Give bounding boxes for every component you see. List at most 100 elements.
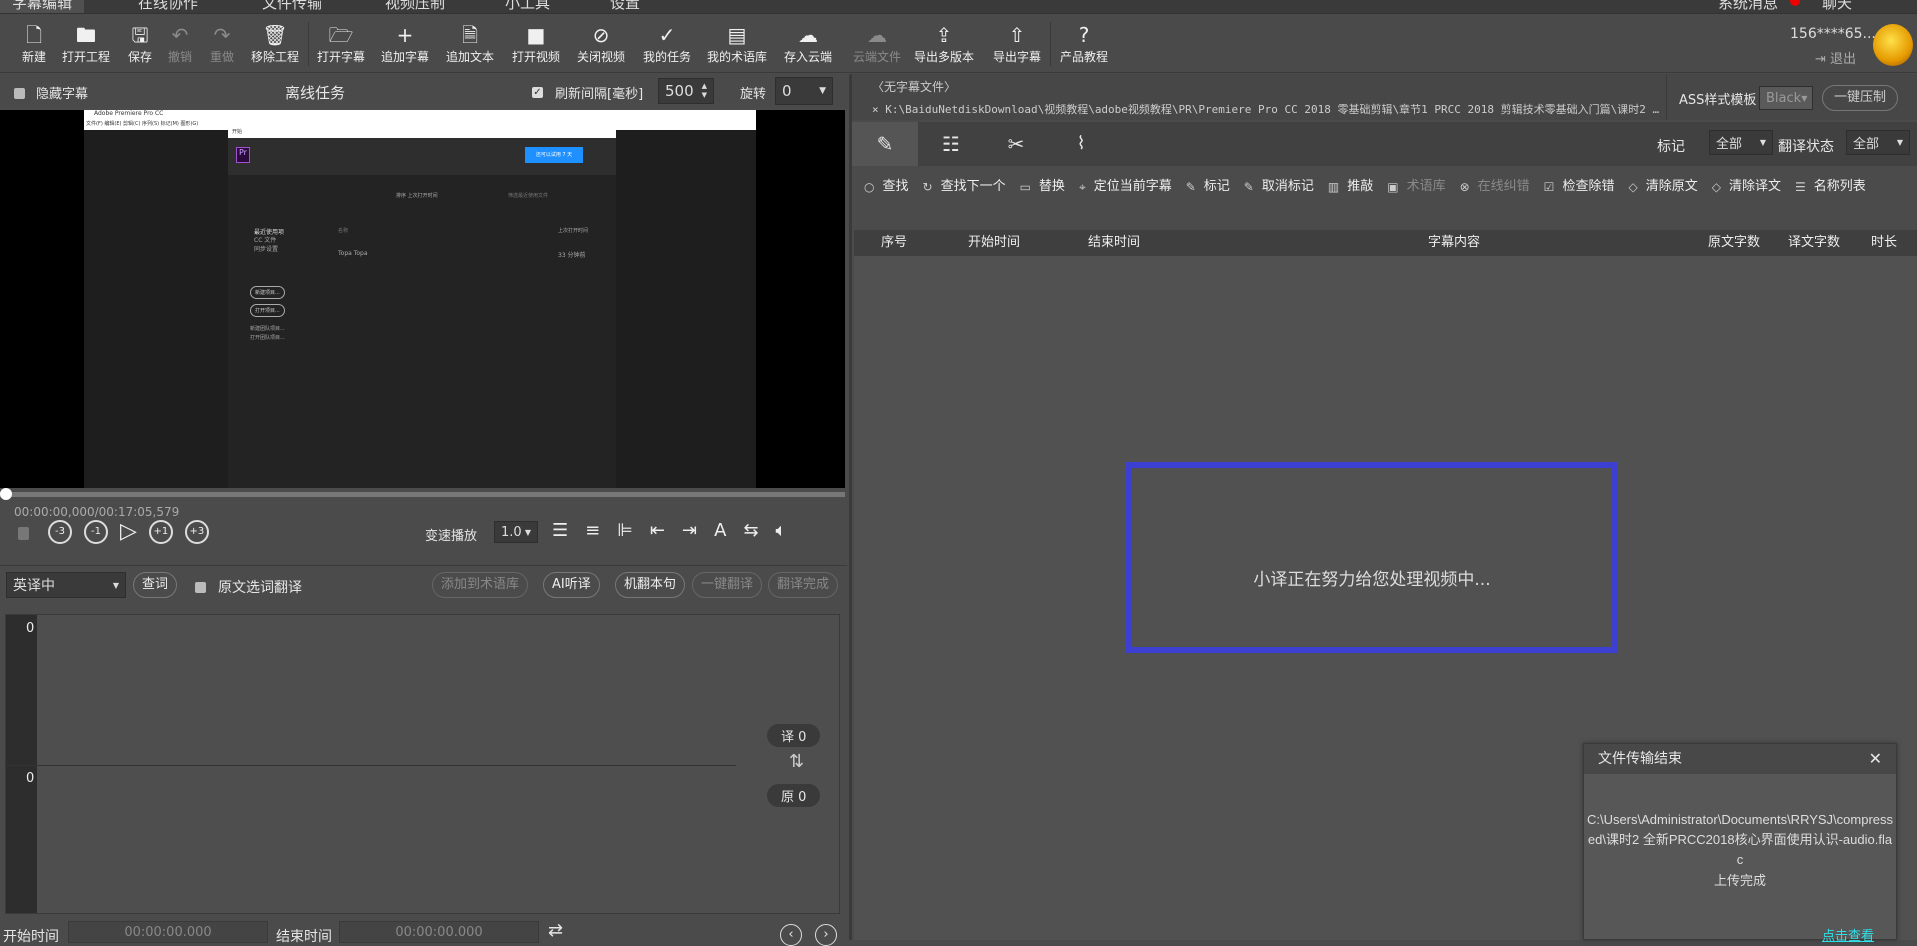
seek-handle[interactable] [0, 488, 12, 500]
refresh-value: 500 [665, 82, 694, 100]
tool-label: 在线纠错 [1477, 179, 1530, 194]
swap-vertical-icon[interactable]: ⇅ [789, 751, 804, 772]
translation-done-button[interactable]: 翻译完成 [768, 572, 839, 598]
timeline-list-icon[interactable]: ☷ [919, 122, 983, 166]
align-center-v-icon[interactable]: ☰ [552, 520, 568, 541]
tool-replace-button[interactable]: ▭ 替换 [1020, 174, 1065, 200]
volume-icon[interactable]: 🔈︎ [776, 520, 787, 541]
toolbar-clipboard-check-button[interactable]: ✓ 我的任务 [636, 22, 698, 65]
tab-subtitle-edit[interactable]: 字幕编辑 [0, 0, 85, 13]
mark-filter-select[interactable]: 全部 ▼ [1709, 130, 1773, 155]
toolbar-document-button[interactable]: 🗎 追加文本 [439, 22, 501, 65]
add-glossary-button[interactable]: 添加到术语库 [432, 572, 529, 598]
swap-icon[interactable]: ⇆ [743, 520, 758, 541]
col-content[interactable]: 字幕内容 [1174, 230, 1734, 256]
close-file-icon[interactable]: × [872, 103, 885, 116]
ass-template-select[interactable]: Black ▼ [1759, 86, 1813, 110]
tool-glossary-button[interactable]: ▣ 术语库 [1387, 174, 1445, 200]
chat[interactable]: 聊天 [1822, 0, 1852, 13]
tab-tools[interactable]: 小工具 [505, 0, 550, 13]
translation-status-select[interactable]: 全部 ▼ [1846, 130, 1910, 155]
shift-right-icon[interactable]: ⇥ [682, 520, 697, 541]
video-camera-icon: ■ [526, 23, 546, 47]
forward-1-button[interactable]: +1 [148, 520, 173, 544]
stop-button[interactable] [18, 527, 29, 540]
refresh-checkbox[interactable]: ✓ [532, 85, 543, 100]
toolbar-file-export-button[interactable]: ⇧ 导出字幕 [986, 22, 1048, 65]
tool-online-check-button[interactable]: ⊗ 在线纠错 [1460, 174, 1530, 200]
toolbar-video-off-button[interactable]: ⊘ 关闭视频 [570, 22, 632, 65]
forward-3-button[interactable]: +3 [184, 520, 209, 544]
col-end-time[interactable]: 结束时间 [1054, 230, 1174, 256]
system-messages[interactable]: 系统消息 [1718, 0, 1778, 13]
tool-pin-button[interactable]: ✎ 标记 [1186, 174, 1230, 200]
ai-listen-button[interactable]: AI听译 [543, 572, 600, 598]
align-top-icon[interactable]: ≡ [585, 520, 600, 541]
tab-settings[interactable]: 设置 [610, 0, 640, 13]
toolbar-label: 我的术语库 [706, 50, 767, 64]
seek-bar[interactable] [0, 492, 845, 497]
toolbar-video-camera-button[interactable]: ■ 打开视频 [505, 22, 567, 65]
repeat-icon[interactable]: ⇄ [548, 920, 563, 941]
view-link[interactable]: 点击查看 [1822, 925, 1874, 944]
rotate-select[interactable]: 0 ▼ [775, 77, 833, 105]
tool-eraser-button[interactable]: ◇ 清除原文 [1628, 174, 1697, 200]
waveform-line-icon[interactable]: ⌇ [1049, 122, 1113, 166]
translation-text-area[interactable] [37, 622, 737, 762]
burn-subtitle-button[interactable]: 一键压制 [1822, 85, 1898, 111]
select-translate-checkbox[interactable] [195, 580, 206, 595]
toolbar-help-button[interactable]: ? 产品教程 [1053, 22, 1115, 65]
refresh-interval-spinner[interactable]: 500 ▲ ▼ [658, 78, 714, 104]
tab-collab[interactable]: 在线协作 [138, 0, 198, 13]
prev-button[interactable]: ‹ [780, 924, 802, 946]
machine-translate-button[interactable]: 机翻本句 [615, 572, 686, 598]
toolbar-cloud-save-button[interactable]: ☁ 存入云端 [777, 22, 839, 65]
toolbar-trash-button[interactable]: 🗑 移除工程 [244, 22, 306, 65]
edit-pencil-icon[interactable]: ✎ [852, 122, 918, 166]
tab-compress[interactable]: 视频压制 [385, 0, 445, 13]
lookup-button[interactable]: 查词 [133, 572, 178, 598]
refresh-label: 刷新间隔[毫秒] [555, 87, 644, 102]
toolbar-glossary-book-button[interactable]: ▤ 我的术语库 [706, 22, 768, 65]
end-time-label: 结束时间 [276, 929, 332, 945]
toolbar-cloud-file-button[interactable]: ☁ 云端文件 [846, 22, 908, 65]
tool-list-button[interactable]: ☰ 名称列表 [1795, 174, 1866, 200]
video-row-time: 33 分钟前 [558, 252, 586, 259]
shift-left-icon[interactable]: ⇤ [650, 520, 665, 541]
tool-eraser-button[interactable]: ◇ 清除译文 [1712, 174, 1781, 200]
one-click-translate-button[interactable]: 一键翻译 [692, 572, 763, 598]
tool-search-button[interactable]: ○ 查找 [864, 174, 909, 200]
speed-select[interactable]: 1.0 ▼ [494, 521, 538, 543]
video-frame: Adobe Premiere Pro CC 文件(F) 编辑(E) 剪辑(C) … [84, 110, 756, 488]
tool-search-next-button[interactable]: ↻ 查找下一个 [923, 174, 1006, 200]
toolbar-layers-export-button[interactable]: ⇪ 导出多版本 [913, 22, 975, 65]
logout-button[interactable]: ⇥ 退出 [1815, 48, 1856, 67]
align-left-icon[interactable]: ⊫ [617, 520, 633, 541]
col-duration[interactable]: 时长 [1849, 230, 1917, 256]
tool-unpin-button[interactable]: ✎ 取消标记 [1244, 174, 1314, 200]
divider [0, 565, 847, 566]
toolbar-folder-button[interactable]: 🖿 打开工程 [55, 22, 117, 65]
toolbar-plus-button[interactable]: + 追加字幕 [374, 22, 436, 65]
tool-checkbox-button[interactable]: ☑ 检查除错 [1544, 174, 1615, 200]
video-player[interactable]: Adobe Premiere Pro CC 文件(F) 编辑(E) 剪辑(C) … [0, 110, 845, 488]
tool-polish-button[interactable]: ▥ 推敲 [1328, 174, 1373, 200]
avatar[interactable] [1873, 24, 1913, 66]
next-button[interactable]: › [815, 924, 837, 946]
play-icon[interactable]: ▷ [120, 520, 137, 544]
tab-transfer[interactable]: 文件传输 [262, 0, 322, 13]
rewind-3-button[interactable]: -3 [48, 520, 72, 544]
col-index[interactable]: 序号 [854, 230, 934, 256]
tools-icon[interactable]: ✂ [984, 122, 1048, 166]
tool-location-pin-button[interactable]: ⌖ 定位当前字幕 [1079, 174, 1172, 200]
language-select[interactable]: 英译中 ▼ [6, 572, 126, 598]
original-text-area[interactable] [37, 770, 737, 910]
hide-subs-toggle[interactable] [14, 86, 25, 101]
col-start-time[interactable]: 开始时间 [934, 230, 1054, 256]
video-trial-badge: 还可以试用 7 天 [525, 147, 583, 163]
rewind-1-button[interactable]: -1 [84, 520, 108, 544]
video-file-path-text: K:\BaiduNetdiskDownload\视频教程\adobe视频教程\P… [885, 103, 1660, 116]
close-icon[interactable]: ✕ [1869, 744, 1882, 774]
toolbar-folder-open-button[interactable]: 🗁 打开字幕 [310, 22, 372, 65]
font-size-icon[interactable]: A [714, 520, 726, 541]
